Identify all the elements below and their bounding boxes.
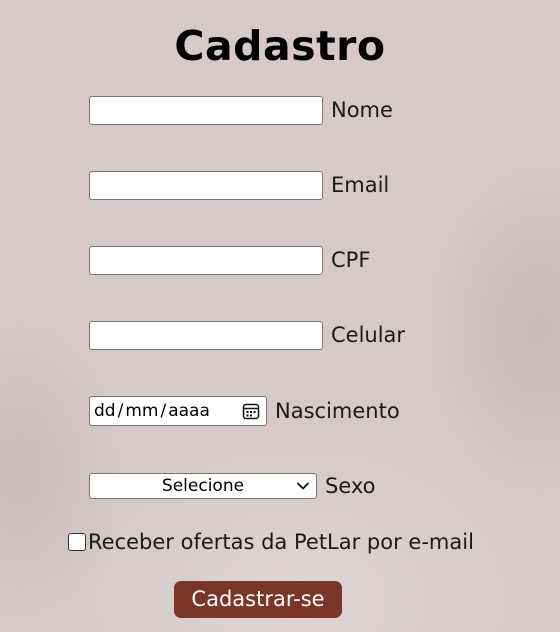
email-label: Email — [331, 173, 390, 197]
celular-input[interactable] — [89, 320, 323, 350]
date-separator: / — [160, 401, 167, 421]
email-row: Email — [89, 170, 389, 200]
calendar-icon[interactable] — [242, 402, 260, 420]
cpf-row: CPF — [89, 245, 370, 275]
nome-label: Nome — [331, 98, 393, 122]
cadastrar-button[interactable]: Cadastrar-se — [174, 581, 342, 618]
date-separator: / — [117, 401, 124, 421]
sexo-row: Selecione Sexo — [89, 471, 376, 501]
sexo-select[interactable]: Selecione — [89, 473, 317, 499]
nascimento-row: dd / mm / aaaa Nascimento — [89, 396, 400, 426]
nome-row: Nome — [89, 95, 393, 125]
sexo-label: Sexo — [325, 474, 376, 498]
celular-row: Celular — [89, 320, 405, 350]
cpf-input[interactable] — [89, 245, 323, 275]
celular-label: Celular — [331, 323, 406, 347]
newsletter-label[interactable]: Receber ofertas da PetLar por e-mail — [88, 528, 474, 556]
nascimento-label: Nascimento — [275, 399, 400, 423]
nascimento-date-input[interactable]: dd / mm / aaaa — [89, 396, 267, 426]
nome-input[interactable] — [89, 95, 323, 125]
newsletter-checkbox[interactable] — [68, 533, 86, 551]
newsletter-row: Receber ofertas da PetLar por e-mail — [68, 528, 474, 556]
cpf-label: CPF — [331, 248, 371, 272]
date-month-placeholder[interactable]: mm — [125, 401, 158, 421]
sexo-selected-value: Selecione — [161, 476, 245, 496]
chevron-down-icon — [297, 482, 309, 490]
email-input[interactable] — [89, 170, 323, 200]
date-day-placeholder[interactable]: dd — [94, 401, 116, 421]
date-year-placeholder[interactable]: aaaa — [168, 401, 210, 421]
page-title: Cadastro — [174, 22, 386, 70]
